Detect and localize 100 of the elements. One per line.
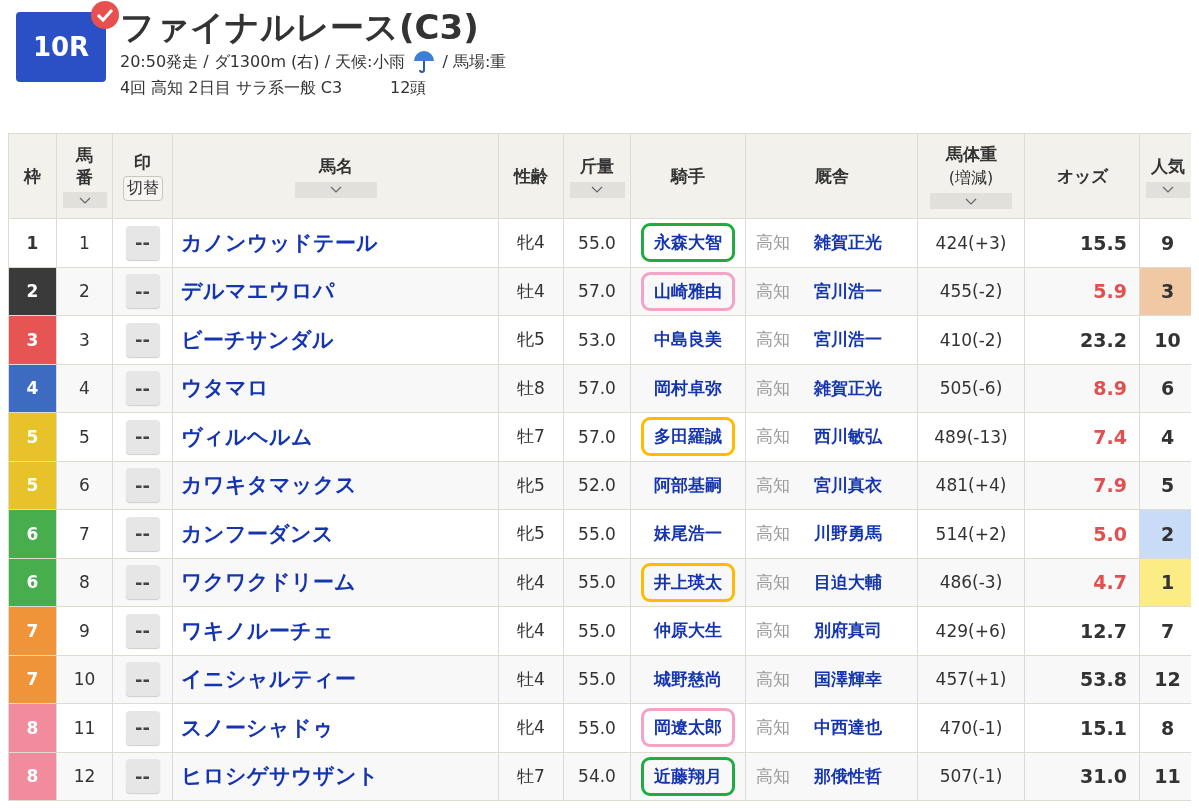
horse-number: 5 <box>57 413 113 462</box>
trainer-region: 高知 <box>755 279 791 303</box>
weight-carried: 57.0 <box>564 267 631 316</box>
jockey-link[interactable]: 多田羅誠 <box>641 417 735 457</box>
mark-button[interactable]: -- <box>125 322 160 357</box>
jockey-link[interactable]: 近藤翔月 <box>641 756 735 796</box>
horse-name-link[interactable]: ワキノルーチェ <box>173 616 334 645</box>
horse-name-link[interactable]: ビーチサンダル <box>173 325 334 354</box>
odds-value: 5.9 <box>1093 280 1128 303</box>
horse-name-link[interactable]: ウタマロ <box>173 374 269 403</box>
frame-cell: 4 <box>9 364 57 413</box>
body-weight: 429(+6) <box>918 607 1025 656</box>
mark-button[interactable]: -- <box>125 225 160 260</box>
body-weight: 455(-2) <box>918 267 1025 316</box>
trainer-link[interactable]: 雑賀正光 <box>814 231 882 255</box>
chevron-down-icon <box>591 186 603 193</box>
mark-button[interactable]: -- <box>125 759 160 794</box>
body-weight: 470(-1) <box>918 704 1025 753</box>
trainer-link[interactable]: 那俄性哲 <box>814 764 882 788</box>
horse-name-link[interactable]: スノーシャドゥ <box>173 713 334 742</box>
odds-value: 5.0 <box>1093 522 1128 545</box>
horse-name-link[interactable]: カンフーダンス <box>173 519 334 548</box>
weight-carried: 55.0 <box>564 607 631 656</box>
trainer-link[interactable]: 別府真司 <box>814 619 882 643</box>
horse-number: 9 <box>57 607 113 656</box>
body-weight: 410(-2) <box>918 316 1025 365</box>
jockey-link[interactable]: 中島良美 <box>641 320 735 360</box>
frame-cell: 1 <box>9 219 57 268</box>
jockey-link[interactable]: 妹尾浩一 <box>641 514 735 554</box>
body-weight: 507(-1) <box>918 752 1025 801</box>
odds-value: 12.7 <box>1080 619 1128 642</box>
mark-button[interactable]: -- <box>125 613 160 648</box>
odds-value: 8.9 <box>1093 377 1128 400</box>
trainer-link[interactable]: 宮川浩一 <box>814 279 882 303</box>
trainer-link[interactable]: 川野勇馬 <box>814 522 882 546</box>
odds-value: 7.4 <box>1093 425 1128 448</box>
sort-button[interactable] <box>62 192 107 209</box>
trainer-region: 高知 <box>755 231 791 255</box>
mark-button[interactable]: -- <box>125 274 160 309</box>
mark-button[interactable]: -- <box>125 710 160 745</box>
column-label: オッズ <box>1056 164 1108 188</box>
odds-value: 15.1 <box>1080 716 1128 739</box>
toggle-button[interactable]: 切替 <box>122 176 163 201</box>
mark-button[interactable]: -- <box>125 371 160 406</box>
jockey-link[interactable]: 永森大智 <box>641 223 735 263</box>
mark-button[interactable]: -- <box>125 662 160 697</box>
body-weight: 505(-6) <box>918 364 1025 413</box>
body-weight: 514(+2) <box>918 510 1025 559</box>
weight-carried: 55.0 <box>564 219 631 268</box>
race-title: ファイナルレース(C3) <box>120 8 480 46</box>
frame-cell: 8 <box>9 704 57 753</box>
odds-value: 15.5 <box>1080 231 1128 254</box>
column-label: 厩舎 <box>814 164 849 188</box>
sex-age: 牝4 <box>499 558 564 607</box>
horse-number: 7 <box>57 510 113 559</box>
horse-name-link[interactable]: カノンウッドテール <box>173 228 378 257</box>
horse-name-link[interactable]: ヴィルヘルム <box>173 422 313 451</box>
horse-number: 6 <box>57 461 113 510</box>
mark-button[interactable]: -- <box>125 516 160 551</box>
mark-button[interactable]: -- <box>125 468 160 503</box>
mark-button[interactable]: -- <box>125 565 160 600</box>
trainer-link[interactable]: 国澤輝幸 <box>814 667 882 691</box>
trainer-region: 高知 <box>755 667 791 691</box>
trainer-link[interactable]: 宮川浩一 <box>814 328 882 352</box>
frame-cell: 2 <box>9 267 57 316</box>
trainer-region: 高知 <box>755 425 791 449</box>
body-weight: 486(-3) <box>918 558 1025 607</box>
sort-button[interactable] <box>1145 181 1190 198</box>
sex-age: 牝5 <box>499 461 564 510</box>
frame-cell: 5 <box>9 413 57 462</box>
weight-carried: 55.0 <box>564 510 631 559</box>
meeting-info: 4回 高知 2日目 サラ系一般 C3 <box>120 78 343 99</box>
sex-age: 牝5 <box>499 316 564 365</box>
odds-value: 4.7 <box>1093 571 1128 594</box>
trainer-link[interactable]: 目迫大輔 <box>814 570 882 594</box>
sort-button[interactable] <box>294 181 377 198</box>
jockey-link[interactable]: 山崎雅由 <box>641 271 735 311</box>
weight-carried: 57.0 <box>564 364 631 413</box>
popularity-cell: 5 <box>1140 461 1191 510</box>
odds-value: 53.8 <box>1080 668 1128 691</box>
sort-button[interactable] <box>930 193 1012 209</box>
jockey-link[interactable]: 仲原大生 <box>641 611 735 651</box>
trainer-region: 高知 <box>755 376 791 400</box>
trainer-link[interactable]: 宮川真衣 <box>814 473 882 497</box>
chevron-down-icon <box>965 197 977 205</box>
sort-button[interactable] <box>569 181 625 198</box>
trainer-link[interactable]: 雑賀正光 <box>814 376 882 400</box>
horse-number: 3 <box>57 316 113 365</box>
popularity-cell: 11 <box>1140 752 1191 801</box>
frame-cell: 7 <box>9 655 57 704</box>
jockey-link[interactable]: 井上瑛太 <box>641 562 735 602</box>
frame-cell: 7 <box>9 607 57 656</box>
trainer-link[interactable]: 中西達也 <box>814 716 882 740</box>
mark-button[interactable]: -- <box>125 419 160 454</box>
chevron-down-icon <box>1161 186 1174 193</box>
body-weight: 489(-13) <box>918 413 1025 462</box>
trainer-link[interactable]: 西川敏弘 <box>814 425 882 449</box>
popularity-cell: 6 <box>1140 364 1191 413</box>
horse-number: 2 <box>57 267 113 316</box>
jockey-link[interactable]: 岡遼太郎 <box>641 708 735 748</box>
